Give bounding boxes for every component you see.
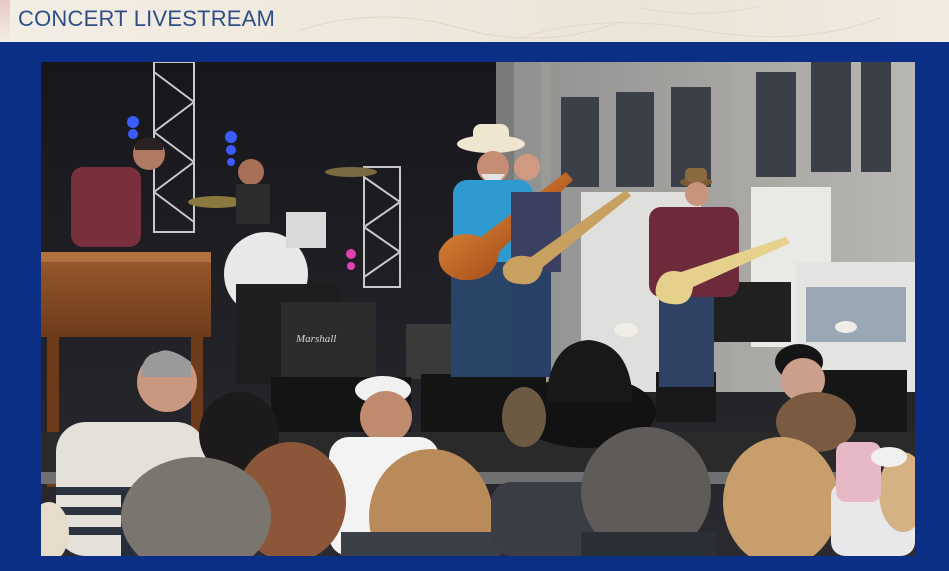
video-frame-image: Marshall (41, 62, 915, 556)
page-title: CONCERT LIVESTREAM (18, 6, 276, 31)
page-header: CONCERT LIVESTREAM (0, 0, 949, 42)
svg-text:Marshall: Marshall (295, 333, 336, 345)
video-player[interactable]: Marshall (41, 62, 915, 556)
